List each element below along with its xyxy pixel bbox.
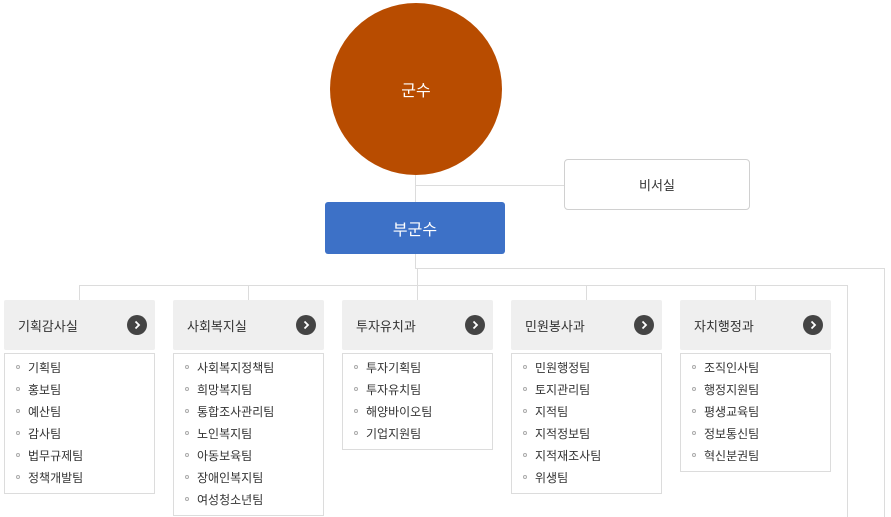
connector-dept-3: [417, 268, 418, 300]
team-item[interactable]: 예산팀: [5, 401, 154, 423]
head-label: 군수: [401, 81, 431, 100]
department-name: 기획감사실: [18, 319, 78, 335]
team-item[interactable]: 사회복지정책팀: [174, 357, 323, 379]
team-list: 기획팀 홍보팀 예산팀 감사팀 법무규제팀 정책개발팀: [4, 353, 155, 494]
chevron-right-icon[interactable]: [803, 315, 823, 335]
team-item[interactable]: 평생교육팀: [681, 401, 830, 423]
department-name: 사회복지실: [187, 319, 247, 335]
chevron-right-icon[interactable]: [634, 315, 654, 335]
connector-deputy-down: [415, 254, 416, 268]
department-button[interactable]: 기획감사실: [4, 300, 155, 350]
team-item[interactable]: 투자기획팀: [343, 357, 492, 379]
team-list: 조직인사팀 행정지원팀 평생교육팀 정보통신팀 혁신분권팀: [680, 353, 831, 472]
chevron-right-icon[interactable]: [296, 315, 316, 335]
team-item[interactable]: 기업지원팀: [343, 423, 492, 445]
department-column: 기획감사실 기획팀 홍보팀 예산팀 감사팀 법무규제팀 정책개발팀: [4, 300, 155, 494]
team-list: 투자기획팀 투자유치팀 해양바이오팀 기업지원팀: [342, 353, 493, 450]
connector-dept-5: [755, 285, 756, 300]
team-item[interactable]: 희망복지팀: [174, 379, 323, 401]
deputy-label: 부군수: [392, 220, 438, 239]
team-item[interactable]: 여성청소년팀: [174, 489, 323, 511]
team-item[interactable]: 정책개발팀: [5, 467, 154, 489]
connector-horizontal-down: [847, 285, 848, 517]
team-item[interactable]: 위생팀: [512, 467, 661, 489]
team-item[interactable]: 혁신분권팀: [681, 445, 830, 467]
team-item[interactable]: 노인복지팀: [174, 423, 323, 445]
connector-dept-1: [79, 285, 80, 300]
team-item[interactable]: 홍보팀: [5, 379, 154, 401]
department-name: 투자유치과: [356, 319, 416, 335]
department-name: 민원봉사과: [525, 319, 585, 335]
chevron-right-icon[interactable]: [465, 315, 485, 335]
secretary-label: 비서실: [639, 179, 675, 194]
team-list: 민원행정팀 토지관리팀 지적팀 지적정보팀 지적재조사팀 위생팀: [511, 353, 662, 494]
team-item[interactable]: 정보통신팀: [681, 423, 830, 445]
team-item[interactable]: 법무규제팀: [5, 445, 154, 467]
department-button[interactable]: 민원봉사과: [511, 300, 662, 350]
connector-right-branch-down: [884, 268, 885, 517]
team-item[interactable]: 조직인사팀: [681, 357, 830, 379]
department-button[interactable]: 자치행정과: [680, 300, 831, 350]
team-item[interactable]: 지적팀: [512, 401, 661, 423]
team-item[interactable]: 지적정보팀: [512, 423, 661, 445]
team-item[interactable]: 아동보육팀: [174, 445, 323, 467]
connector-head-to-deputy: [415, 175, 416, 202]
department-column: 사회복지실 사회복지정책팀 희망복지팀 통합조사관리팀 노인복지팀 아동보육팀 …: [173, 300, 324, 516]
department-name: 자치행정과: [694, 319, 754, 335]
department-column: 자치행정과 조직인사팀 행정지원팀 평생교육팀 정보통신팀 혁신분권팀: [680, 300, 831, 472]
department-column: 민원봉사과 민원행정팀 토지관리팀 지적팀 지적정보팀 지적재조사팀 위생팀: [511, 300, 662, 494]
connector-dept-4: [586, 285, 587, 300]
team-item[interactable]: 민원행정팀: [512, 357, 661, 379]
deputy-node: 부군수: [325, 202, 505, 254]
team-item[interactable]: 투자유치팀: [343, 379, 492, 401]
department-button[interactable]: 투자유치과: [342, 300, 493, 350]
team-item[interactable]: 감사팀: [5, 423, 154, 445]
team-item[interactable]: 토지관리팀: [512, 379, 661, 401]
team-item[interactable]: 해양바이오팀: [343, 401, 492, 423]
connector-horizontal: [79, 285, 848, 286]
team-item[interactable]: 장애인복지팀: [174, 467, 323, 489]
connector-right-branch: [415, 268, 885, 269]
department-button[interactable]: 사회복지실: [173, 300, 324, 350]
team-item[interactable]: 기획팀: [5, 357, 154, 379]
secretary-node[interactable]: 비서실: [564, 159, 750, 210]
team-list: 사회복지정책팀 희망복지팀 통합조사관리팀 노인복지팀 아동보육팀 장애인복지팀…: [173, 353, 324, 516]
connector-dept-2: [248, 285, 249, 300]
team-item[interactable]: 행정지원팀: [681, 379, 830, 401]
connector-secretary: [415, 185, 564, 186]
team-item[interactable]: 지적재조사팀: [512, 445, 661, 467]
team-item[interactable]: 통합조사관리팀: [174, 401, 323, 423]
head-node: 군수: [330, 3, 502, 175]
chevron-right-icon[interactable]: [127, 315, 147, 335]
department-column: 투자유치과 투자기획팀 투자유치팀 해양바이오팀 기업지원팀: [342, 300, 493, 450]
